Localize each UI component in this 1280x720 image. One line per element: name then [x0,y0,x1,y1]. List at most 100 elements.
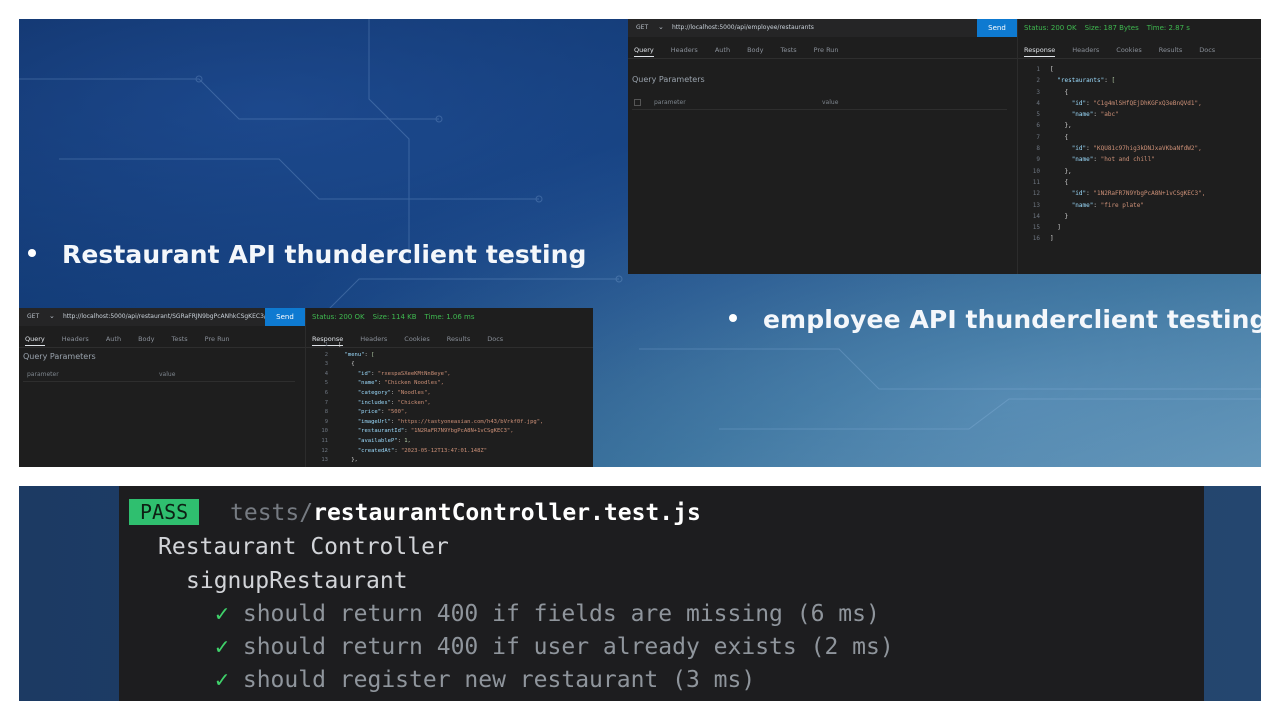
query-params-title: Query Parameters [23,352,96,361]
code-line: 7 { [1024,132,1257,143]
code-line: 9 "name": "hot and chill" [1024,154,1257,165]
tab-response-headers[interactable]: Headers [1072,43,1099,54]
param-checkbox[interactable] [634,99,641,106]
tab-pre-run[interactable]: Pre Run [814,43,839,54]
request-tabs: Query Headers Auth Body Tests Pre Run [628,43,1017,59]
line-number: 1 [324,342,328,348]
line-number: 2 [324,351,328,358]
tab-query[interactable]: Query [25,332,45,346]
code-line: 1[ [312,341,589,351]
response-size: Size: 114 KB [372,313,417,321]
line-number: 12 [321,447,328,454]
url-input[interactable]: http://localhost:5000/api/employee/resta… [672,24,814,31]
check-icon: ✓ [215,667,229,693]
tab-pre-run[interactable]: Pre Run [205,332,230,343]
tab-auth[interactable]: Auth [715,43,730,54]
tab-auth[interactable]: Auth [106,332,121,343]
code-text: "id": "rxespaSXeeKMtNn8eye", [357,370,451,377]
tab-tests[interactable]: Tests [171,332,187,343]
code-text: "price": "500", [357,409,408,416]
param-key-input[interactable]: parameter [27,371,59,378]
url-input[interactable]: http://localhost:5000/api/restaurant/SGR… [63,313,283,320]
tab-body[interactable]: Body [747,43,763,54]
test-result-row: ✓ should return 400 if user already exist… [215,634,894,660]
code-text: "name": "abc" [1071,111,1119,119]
param-value-input[interactable]: value [159,371,175,378]
tab-headers[interactable]: Headers [671,43,698,54]
code-line: 6 "category": "Noodles", [312,389,589,399]
line-number: 13 [321,457,328,464]
tab-headers[interactable]: Headers [62,332,89,343]
line-number: 9 [324,418,328,425]
code-text: ] [1050,235,1054,243]
tab-docs[interactable]: Docs [1199,43,1215,54]
send-button[interactable]: Send [977,19,1017,37]
code-text: { [338,361,355,368]
test-result-label: should return 400 if fields are missing … [242,601,880,627]
response-json: 1[2 "restaurants": [3 {4 "id": "C1g4mlSH… [1024,64,1257,245]
chevron-down-icon[interactable]: ⌄ [658,23,664,31]
code-line: 5 "name": "abc" [1024,109,1257,120]
code-text: "id": "C1g4mlSHfQEjDhKGFxQ3eBnQVd1", [1071,99,1202,107]
line-number: 6 [1036,122,1040,130]
line-number: 14 [312,466,328,468]
test-result-row: ✓ should register new restaurant (3 ms) [215,667,755,693]
line-number: 5 [324,380,328,387]
url-bar: GET ⌄ http://localhost:5000/api/restaura… [19,308,305,326]
code-line: 10 "restaurantId": "1N2RaFR7N9YbgPcA8N+1… [312,427,589,437]
code-text: "restaurantId": "1N2RaFR7N9YbgPcA8N+1vCS… [357,428,514,435]
jest-terminal-output: PASS tests/restaurantController.test.js … [119,486,1204,701]
code-line: 2 "restaurants": [ [1024,75,1257,86]
line-number: 16 [1032,235,1040,243]
bullet-restaurant-label: Restaurant API thunderclient testing [62,240,587,269]
response-tabs: Response Headers Cookies Results Docs [1018,43,1261,59]
param-key-input[interactable]: parameter [654,99,686,106]
send-button[interactable]: Send [265,308,305,326]
tab-tests[interactable]: Tests [780,43,796,54]
code-text: "id": "KQU81c97hig3kDNJxaVKbaNfdW2", [1071,145,1202,153]
code-text: "imageUrl": "https://tastyoneasian.com/h… [357,418,544,425]
http-method[interactable]: GET [27,313,39,320]
code-line: 5 "name": "Chicken Noodles", [312,379,589,389]
code-line: 12 "createdAt": "2023-05-12T13:47:01.148… [312,447,589,457]
test-suite-name: Restaurant Controller [158,534,449,560]
request-tabs: Query Headers Auth Body Tests Pre Run [19,332,305,348]
code-text: { [1050,133,1069,141]
thunderclient-restaurant-screenshot: GET ⌄ http://localhost:5000/api/restaura… [19,308,593,467]
line-number: 15 [1032,224,1040,232]
test-result-label: should return 400 if user already exists… [242,634,894,660]
code-text: "name": "fire plate" [1071,201,1144,209]
query-params-title: Query Parameters [632,75,705,84]
line-number: 10 [1032,167,1040,175]
code-text: [ [1050,66,1054,73]
chevron-down-icon[interactable]: ⌄ [49,312,55,320]
request-pane: GET ⌄ http://localhost:5000/api/employee… [628,19,1018,274]
code-line: 3 { [1024,87,1257,98]
response-time: Time: 2.87 s [1146,24,1190,32]
tab-cookies[interactable]: Cookies [1116,43,1141,54]
code-line: 14 { [312,466,589,468]
response-pane: Status: 200 OK Size: 187 Bytes Time: 2.87 … [1018,19,1261,274]
response-status: Status: 200 OK Size: 114 KB Time: 1.06 ms [312,313,483,321]
param-value-input[interactable]: value [822,99,838,106]
test-group-name: signupRestaurant [186,568,408,594]
bullet-dot-icon [729,314,737,322]
test-result-row: ✓ should return 400 if fields are missing… [215,601,880,627]
http-method[interactable]: GET [636,24,648,31]
code-text: }, [338,457,358,464]
bullet-restaurant-api: Restaurant API thunderclient testing [28,240,587,269]
response-pane: Status: 200 OK Size: 114 KB Time: 1.06 ms … [306,308,593,467]
status-code: Status: 200 OK [312,313,365,321]
tab-body[interactable]: Body [138,332,154,343]
code-line: 6 }, [1024,120,1257,131]
code-text: "name": "Chicken Noodles", [357,380,444,387]
code-line: 10 }, [1024,166,1257,177]
bullet-dot-icon [28,249,36,257]
line-number: 4 [324,370,328,377]
tab-results[interactable]: Results [1159,43,1182,54]
tab-query[interactable]: Query [634,43,654,57]
code-text: }, [1050,122,1072,130]
code-text: [ [338,342,342,348]
tab-response[interactable]: Response [1024,43,1056,57]
line-number: 11 [321,437,328,444]
